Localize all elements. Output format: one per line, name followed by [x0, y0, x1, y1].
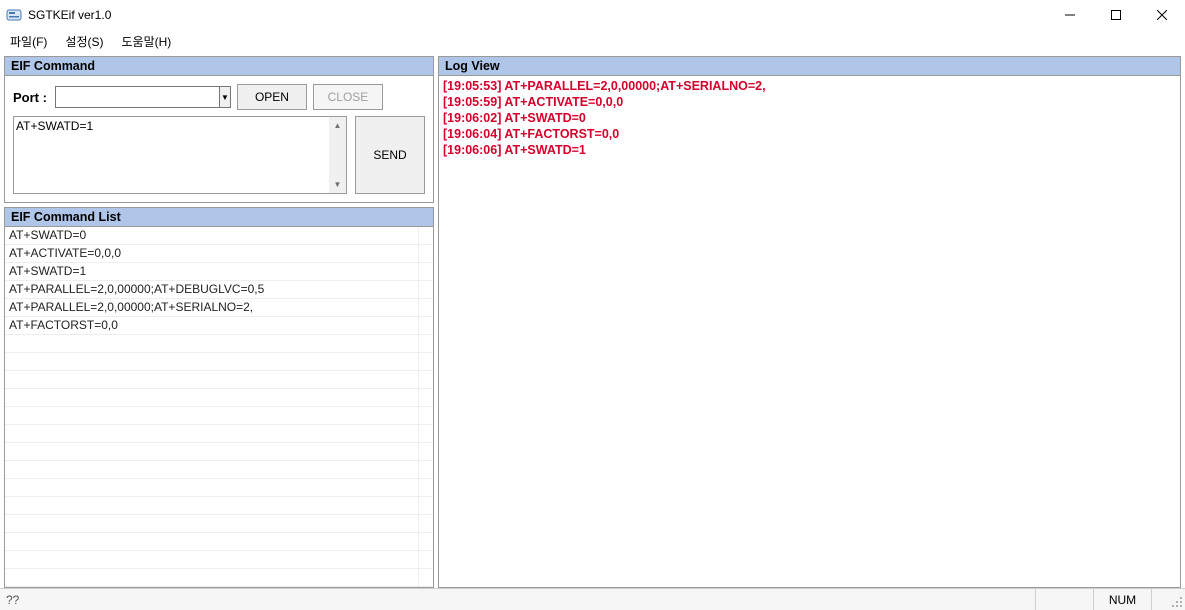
send-button[interactable]: SEND: [355, 116, 425, 194]
list-item[interactable]: AT+PARALLEL=2,0,00000;AT+DEBUGLVC=0,5: [5, 281, 433, 299]
list-item[interactable]: AT+SWATD=1: [5, 263, 433, 281]
port-input[interactable]: [56, 87, 219, 107]
log-view-header: Log View: [439, 57, 1180, 76]
statusbar: ?? NUM: [0, 588, 1185, 610]
menu-settings[interactable]: 설정(S): [59, 31, 109, 52]
menu-help[interactable]: 도움말(H): [115, 31, 177, 52]
close-button[interactable]: [1139, 0, 1185, 30]
open-button[interactable]: OPEN: [237, 84, 307, 110]
scroll-up-icon[interactable]: ▲: [329, 117, 346, 134]
left-column: EIF Command Port : ▼ OPEN CLOSE AT+SWATD…: [4, 56, 434, 588]
command-textarea[interactable]: AT+SWATD=1 ▲ ▼: [13, 116, 347, 194]
textarea-scrollbar[interactable]: ▲ ▼: [329, 117, 346, 193]
port-combobox[interactable]: ▼: [55, 86, 231, 108]
eif-command-list-header: EIF Command List: [5, 208, 433, 227]
list-item[interactable]: AT+ACTIVATE=0,0,0: [5, 245, 433, 263]
right-column: Log View [19:05:53] AT+PARALLEL=2,0,0000…: [438, 56, 1181, 588]
list-item[interactable]: AT+PARALLEL=2,0,00000;AT+SERIALNO=2,: [5, 299, 433, 317]
status-left: ??: [0, 589, 1035, 610]
menu-file[interactable]: 파일(F): [4, 31, 53, 52]
command-text[interactable]: AT+SWATD=1: [16, 119, 327, 191]
resize-grip-icon[interactable]: [1151, 589, 1185, 610]
list-item[interactable]: AT+SWATD=0: [5, 227, 433, 245]
log-line: [19:06:04] AT+FACTORST=0,0: [443, 126, 1176, 142]
port-label: Port :: [13, 90, 49, 105]
app-icon: [6, 7, 22, 23]
status-num: NUM: [1093, 589, 1151, 610]
menubar: 파일(F) 설정(S) 도움말(H): [0, 30, 1185, 52]
titlebar: SGTKEif ver1.0: [0, 0, 1185, 30]
maximize-button[interactable]: [1093, 0, 1139, 30]
log-line: [19:05:59] AT+ACTIVATE=0,0,0: [443, 94, 1176, 110]
status-cap: [1035, 589, 1093, 610]
list-item[interactable]: AT+FACTORST=0,0: [5, 317, 433, 335]
close-button-port: CLOSE: [313, 84, 383, 110]
log-line: [19:06:06] AT+SWATD=1: [443, 142, 1176, 158]
log-line: [19:05:53] AT+PARALLEL=2,0,00000;AT+SERI…: [443, 78, 1176, 94]
eif-command-list-panel: EIF Command List AT+SWATD=0AT+ACTIVATE=0…: [4, 207, 434, 588]
log-view-body[interactable]: [19:05:53] AT+PARALLEL=2,0,00000;AT+SERI…: [439, 76, 1180, 587]
window-controls: [1047, 0, 1185, 30]
eif-command-panel: EIF Command Port : ▼ OPEN CLOSE AT+SWATD…: [4, 56, 434, 203]
log-line: [19:06:02] AT+SWATD=0: [443, 110, 1176, 126]
scroll-down-icon[interactable]: ▼: [329, 176, 346, 193]
eif-command-header: EIF Command: [5, 57, 433, 76]
eif-command-list-body[interactable]: AT+SWATD=0AT+ACTIVATE=0,0,0AT+SWATD=1AT+…: [5, 227, 433, 587]
minimize-button[interactable]: [1047, 0, 1093, 30]
content-area: EIF Command Port : ▼ OPEN CLOSE AT+SWATD…: [0, 52, 1185, 588]
window-title: SGTKEif ver1.0: [28, 8, 111, 22]
log-view-panel: Log View [19:05:53] AT+PARALLEL=2,0,0000…: [438, 56, 1181, 588]
chevron-down-icon[interactable]: ▼: [219, 87, 230, 107]
